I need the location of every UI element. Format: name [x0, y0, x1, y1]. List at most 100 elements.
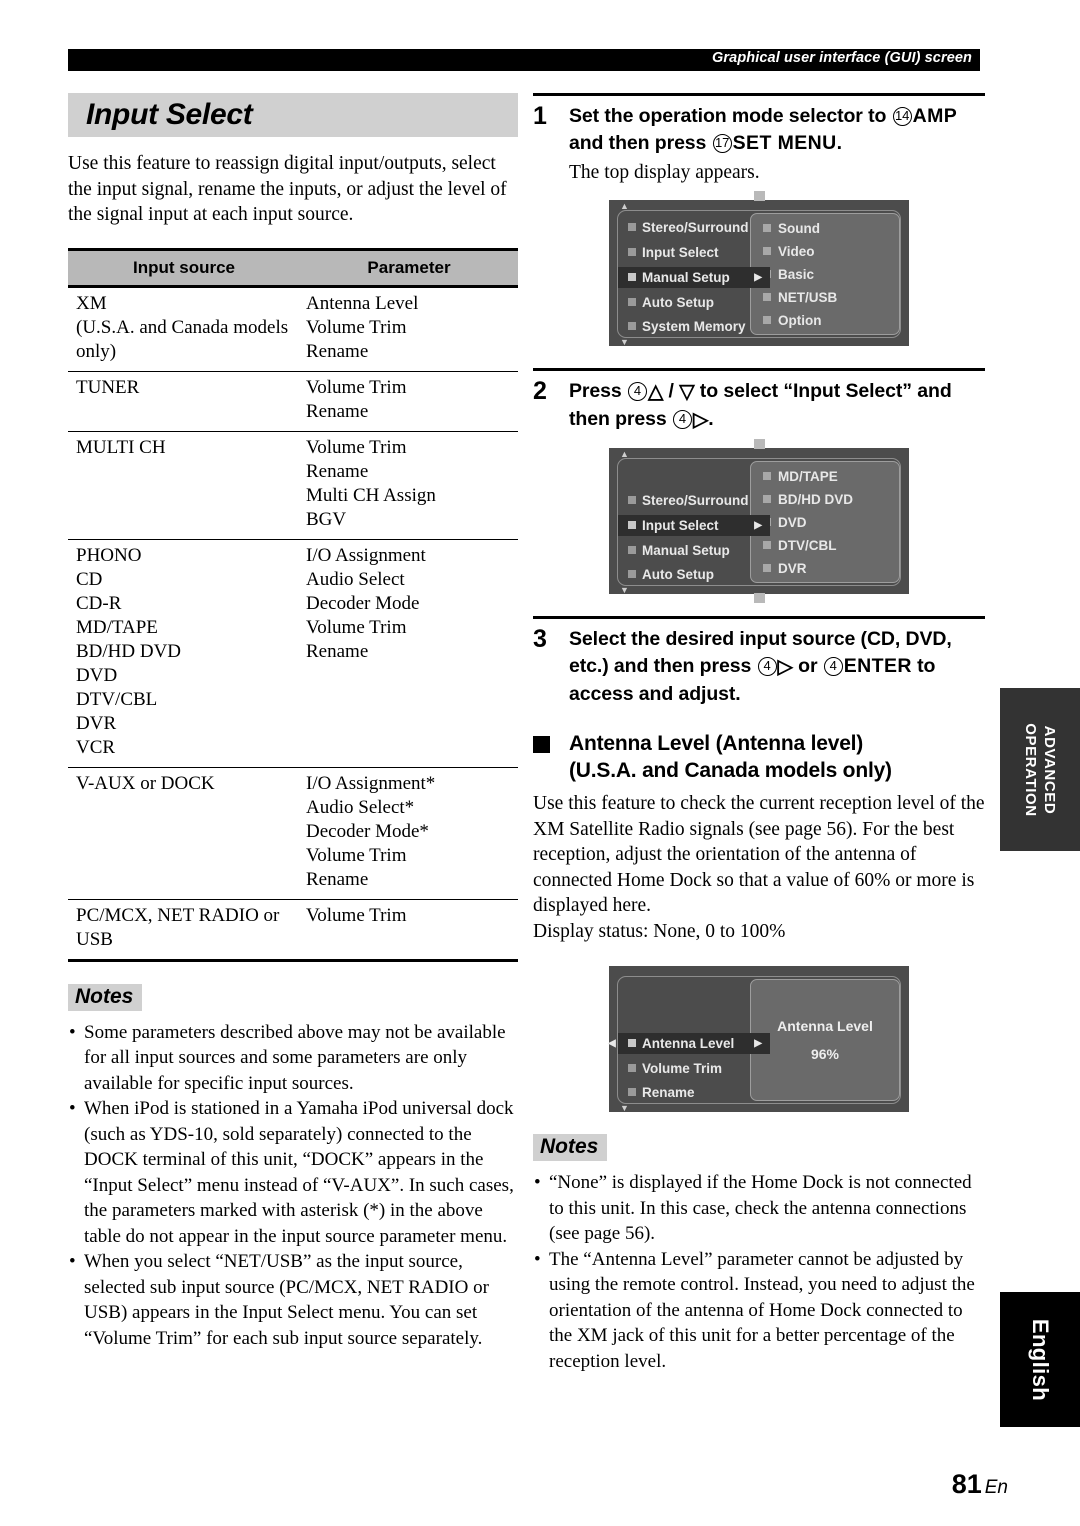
chevron-right-icon: ▶ — [754, 1038, 762, 1049]
cell-input-source: XM (U.S.A. and Canada models only) — [76, 292, 289, 362]
gui2-right-item-dvr[interactable]: DVR — [763, 558, 807, 579]
step-3-heading: Select the desired input source (CD, DVD… — [569, 626, 985, 708]
gui3-menu-item-volume-trim[interactable]: Volume Trim — [622, 1058, 722, 1079]
bullet-square-icon — [628, 248, 636, 256]
up-triangle-icon: △ — [647, 381, 664, 403]
cell-input-source: V-AUX or DOCK — [76, 772, 215, 794]
gui3-left-menu: ◀ Antenna Level ▶ Volume Trim Rename — [608, 977, 770, 1103]
gui1-menu-item-label: System Memory — [642, 319, 746, 334]
gui1-scroll-up-icon: ▲ — [620, 201, 629, 211]
bullet-square-icon — [628, 1039, 636, 1047]
step-1: 1 Set the operation mode selector to 14 A… — [533, 93, 985, 186]
side-tab-english: English — [1000, 1292, 1080, 1427]
left-column: Input Select Use this feature to reassig… — [68, 93, 518, 1351]
bullet-square-icon — [628, 322, 636, 330]
step-3-text-b: or — [792, 655, 823, 677]
step-3: 3 Select the desired input source (CD, D… — [533, 616, 985, 708]
gui-screen-antenna-level: ▼ Antenna Level 96% ◀ Antenna Level ▶ Volu… — [608, 966, 909, 1113]
notes-label-left: Notes — [68, 983, 143, 1011]
gui3-value-panel: Antenna Level 96% — [750, 979, 900, 1101]
table-row: V-AUX or DOCK I/O Assignment* Audio Sele… — [68, 767, 518, 900]
gui2-tab-bottom-icon — [754, 593, 765, 603]
gui1-menu-item-label: Manual Setup — [642, 270, 730, 285]
gui2-right-item-label: DTV/CBL — [778, 538, 837, 553]
section-title: Input Select — [68, 93, 518, 137]
note-item: “None” is displayed if the Home Dock is … — [533, 1170, 985, 1247]
antenna-level-body: Use this feature to check the current re… — [533, 793, 985, 916]
gui1-menu-item-input-select[interactable]: Input Select — [622, 242, 719, 263]
page-number-suffix: En — [984, 1477, 1008, 1498]
note-item: When iPod is stationed in a Yamaha iPod … — [68, 1096, 518, 1249]
gui1-menu-item-system-memory[interactable]: System Memory — [622, 316, 746, 337]
gui2-menu-item-label: Auto Setup — [642, 567, 714, 582]
gui3-menu-item-rename[interactable]: Rename — [622, 1082, 695, 1103]
gui2-right-item-dtv-cbl[interactable]: DTV/CBL — [763, 535, 837, 556]
ref-marker-4: 4 — [823, 657, 843, 676]
step-1-text-c: and then press — [569, 132, 712, 154]
notes-list-right: “None” is displayed if the Home Dock is … — [533, 1170, 985, 1374]
page-header-title: Graphical user interface (GUI) screen — [712, 50, 972, 66]
gui2-menu-item-label: Stereo/Surround — [642, 493, 749, 508]
gui3-scroll-down-icon: ▼ — [620, 1103, 629, 1113]
antenna-level-heading-line1: Antenna Level (Antenna level) — [569, 732, 864, 755]
table-row: PC/MCX, NET RADIO or USB Volume Trim — [68, 899, 518, 962]
antenna-level-heading-line2: (U.S.A. and Canada models only) — [569, 759, 892, 782]
button-label-set-menu: SET MENU — [732, 132, 837, 154]
note-item: Some parameters described above may not … — [68, 1020, 518, 1097]
gui2-frame: ▲ ▼ MD/TAPE BD/HD DVD DVD DTV/CBL DVR St… — [617, 450, 901, 595]
gui3-menu-item-label: Rename — [642, 1085, 695, 1100]
button-label-enter: ENTER — [843, 655, 912, 677]
bullet-square-icon — [628, 223, 636, 231]
table-row: XM (U.S.A. and Canada models only) Anten… — [68, 286, 518, 372]
gui1-right-item-label: Basic — [778, 267, 815, 282]
gui1-right-item-net-usb[interactable]: NET/USB — [763, 287, 837, 308]
gui2-menu-item-label: Manual Setup — [642, 543, 730, 558]
gui2-right-item-md-tape[interactable]: MD/TAPE — [763, 466, 838, 487]
gui2-menu-item-input-select[interactable]: Input Select ▶ — [618, 515, 770, 536]
gui1-scroll-down-icon: ▼ — [620, 337, 629, 347]
chevron-right-icon: ▶ — [754, 520, 762, 531]
gui3-frame: ▼ Antenna Level 96% ◀ Antenna Level ▶ Volu… — [608, 976, 901, 1113]
gui2-right-item-bd-hd-dvd[interactable]: BD/HD DVD — [763, 489, 853, 510]
gui1-right-item-sound[interactable]: Sound — [763, 218, 820, 239]
gui2-menu-item-stereo-surround[interactable]: Stereo/Surround — [622, 490, 749, 511]
cell-input-source: PHONO CD CD-R MD/TAPE BD/HD DVD DVD DTV/… — [76, 544, 182, 758]
gui1-right-item-basic[interactable]: Basic — [763, 264, 814, 285]
ref-marker-14: 14 — [892, 107, 912, 126]
column-header-input-source: Input source — [68, 247, 300, 288]
notes-list-left: Some parameters described above may not … — [68, 1020, 518, 1352]
gui1-menu-item-stereo-surround[interactable]: Stereo/Surround — [622, 217, 749, 238]
step-3-number: 3 — [533, 625, 547, 653]
gui1-tab-top-icon — [754, 191, 765, 201]
gui2-right-item-label: BD/HD DVD — [778, 492, 854, 507]
ref-marker-4: 4 — [672, 410, 692, 429]
gui1-right-item-option[interactable]: Option — [763, 310, 822, 331]
note-item: The “Antenna Level” parameter cannot be … — [533, 1247, 985, 1375]
gui1-menu-item-auto-setup[interactable]: Auto Setup — [622, 292, 714, 313]
bullet-square-icon — [628, 273, 636, 281]
ref-marker-17: 17 — [712, 134, 732, 153]
gui3-value-number: 96% — [810, 1046, 840, 1062]
gui1-right-item-label: NET/USB — [778, 290, 838, 305]
cell-input-source: MULTI CH — [76, 436, 166, 458]
step-1-text-e: . — [836, 132, 842, 154]
gui2-right-item-label: DVD — [778, 515, 807, 530]
gui2-menu-item-manual-setup[interactable]: Manual Setup — [622, 540, 730, 561]
step-1-number: 1 — [533, 102, 547, 130]
side-tab-advanced-operation: ADVANCED OPERATION — [1000, 688, 1080, 851]
antenna-level-heading: Antenna Level (Antenna level) (U.S.A. an… — [533, 730, 985, 784]
gui2-right-item-label: MD/TAPE — [778, 469, 838, 484]
gui1-right-item-video[interactable]: Video — [763, 241, 815, 262]
gui1-menu-item-manual-setup[interactable]: Manual Setup ▶ — [618, 267, 770, 288]
side-tab-english-label: English — [1028, 1318, 1053, 1401]
notes-label-right: Notes — [533, 1134, 608, 1161]
right-triangle-icon: ▷ — [692, 409, 709, 431]
gui3-menu-item-label: Volume Trim — [642, 1061, 723, 1076]
gui3-menu-item-antenna-level[interactable]: ◀ Antenna Level ▶ — [608, 1033, 770, 1054]
page-number-value: 81 — [951, 1469, 982, 1499]
gui2-menu-item-auto-setup[interactable]: Auto Setup — [622, 564, 714, 585]
bullet-square-icon — [628, 546, 636, 554]
right-triangle-icon: ▷ — [777, 656, 793, 678]
gui1-menu-item-label: Input Select — [642, 245, 719, 260]
gui1-menu-item-label: Stereo/Surround — [642, 220, 749, 235]
